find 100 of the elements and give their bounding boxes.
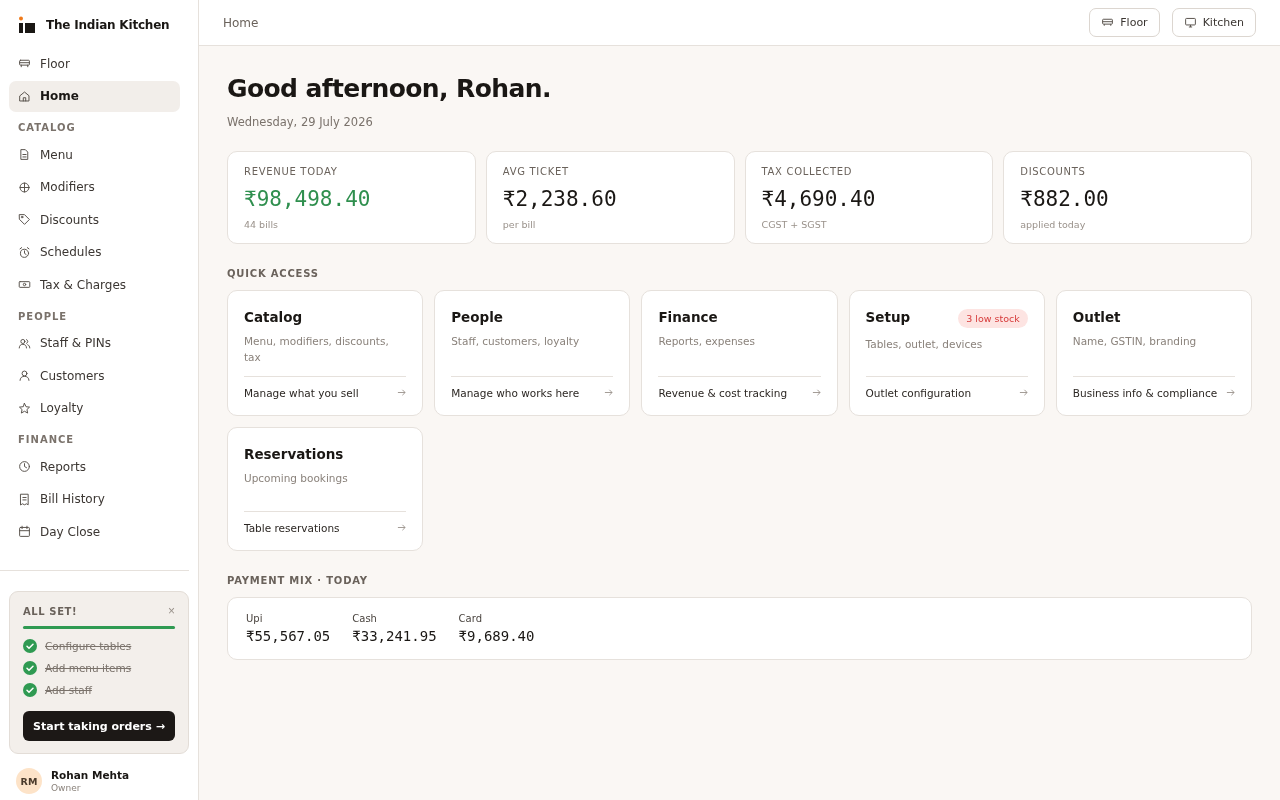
brand-name: The Indian Kitchen — [46, 18, 170, 32]
nav-label: Reports — [40, 459, 87, 474]
stat-value: ₹4,690.40 — [761, 187, 877, 211]
card-description: Reports, expenses — [658, 334, 756, 349]
quick-card[interactable]: Outlet Name, GSTIN, branding Business info & compliance — [1055, 290, 1252, 416]
breadcrumb: Home — [223, 15, 260, 30]
card-title: Catalog — [244, 309, 303, 325]
nav-item[interactable]: Tax & Charges — [9, 269, 180, 300]
view-button[interactable]: Floor — [1089, 8, 1160, 37]
nav-item[interactable]: Floor — [9, 48, 180, 79]
card-link[interactable]: Manage who works here — [451, 375, 614, 399]
payment-value: ₹9,689.40 — [458, 627, 535, 644]
nav-item[interactable]: Reports — [9, 451, 180, 482]
section-heading: CATALOG — [17, 121, 77, 135]
stat-value: ₹2,238.60 — [502, 187, 618, 211]
card-link[interactable]: Outlet configuration — [865, 375, 1028, 399]
table-icon — [18, 57, 31, 70]
arrow-icon — [1018, 388, 1028, 398]
clock-icon — [18, 460, 31, 473]
stat-label: TAX COLLECTED — [761, 166, 854, 177]
star-icon — [18, 401, 31, 415]
card-link[interactable]: Revenue & cost tracking — [658, 375, 821, 399]
nav-label: Menu — [40, 147, 73, 162]
quick-card[interactable]: Reservations Upcoming bookings Table reservations — [227, 426, 424, 551]
task-label: Configure tables — [45, 640, 132, 652]
stat-label: DISCOUNTS — [1020, 166, 1087, 177]
nav-item[interactable]: Bill History — [9, 483, 180, 515]
payment-label: Upi — [246, 612, 264, 624]
stat-caption: per bill — [502, 219, 537, 230]
section-heading: FINANCE — [17, 433, 76, 447]
nav-label: Tax & Charges — [40, 277, 127, 292]
calendar-icon — [18, 525, 31, 538]
banknote-icon — [18, 278, 31, 291]
logo-icon — [18, 16, 36, 34]
monitor-icon — [1183, 16, 1197, 29]
section-heading: QUICK ACCESS — [227, 268, 320, 279]
quick-card[interactable]: People Staff, customers, loyalty Manage who works here — [434, 290, 631, 416]
card-link[interactable]: Business info & compliance — [1072, 375, 1235, 399]
nav-item[interactable]: Menu — [9, 139, 180, 170]
greeting: Good afternoon, Rohan. — [227, 74, 552, 103]
nav-label: Bill History — [40, 492, 105, 506]
card-title: Outlet — [1072, 309, 1121, 325]
card-description: Tables, outlet, devices — [865, 337, 984, 352]
card-description: Name, GSTIN, branding — [1072, 334, 1198, 349]
nav-item[interactable]: Home — [9, 80, 180, 112]
arrow-icon — [604, 388, 614, 398]
view-button[interactable]: Kitchen — [1171, 8, 1256, 37]
arrow-icon — [397, 388, 407, 398]
stat-value: ₹882.00 — [1020, 187, 1110, 211]
nav-label: Staff & PINs — [40, 336, 111, 350]
stat-caption: 44 bills — [244, 219, 279, 230]
nav-item[interactable]: Staff & PINs — [9, 327, 180, 359]
home-icon — [18, 89, 31, 103]
nav-label: Day Close — [40, 524, 101, 539]
nav-label: Modifiers — [40, 180, 95, 194]
stat-label: REVENUE TODAY — [244, 166, 339, 177]
date: Wednesday, 29 July 2026 — [227, 115, 374, 129]
document-icon — [18, 148, 31, 161]
nav-item[interactable]: Schedules — [9, 236, 180, 268]
card-title: Finance — [658, 309, 718, 325]
card-link[interactable]: Table reservations — [244, 510, 407, 534]
stat-caption: applied today — [1020, 219, 1087, 230]
nav-label: Discounts — [40, 212, 99, 227]
setup-title: ALL SET! — [23, 605, 78, 617]
task-label: Add menu items — [45, 662, 132, 674]
nav-label: Home — [40, 89, 79, 103]
nav-item[interactable]: Modifiers — [9, 171, 180, 203]
quick-card[interactable]: Catalog Menu, modifiers, discounts, tax Manage what you sell — [227, 290, 424, 416]
payment-value: ₹33,241.95 — [352, 627, 437, 644]
quick-card[interactable]: Setup 3 low stock Tables, outlet, devices Outlet configuration — [848, 290, 1045, 416]
nav-label: Floor — [40, 56, 70, 71]
stock-badge: 3 low stock — [958, 309, 1028, 328]
nav-item[interactable]: Discounts — [9, 204, 180, 235]
card-description: Staff, customers, loyalty — [451, 334, 581, 349]
nav-label: Schedules — [40, 245, 102, 259]
nav-label: Customers — [40, 368, 105, 383]
receipt-icon — [18, 492, 31, 506]
arrow-icon — [811, 388, 821, 398]
tag-icon — [18, 213, 31, 226]
alarm-clock-icon — [18, 245, 31, 259]
card-title: People — [451, 309, 503, 325]
nav-item[interactable]: Customers — [9, 360, 180, 391]
arrow-icon — [1226, 388, 1235, 398]
nav-item[interactable]: Loyalty — [9, 392, 180, 424]
table-icon — [1101, 16, 1115, 29]
people-icon — [18, 336, 31, 350]
section-heading: PAYMENT MIX · TODAY — [227, 574, 369, 586]
user-role: Owner — [51, 783, 82, 793]
nav-label: Loyalty — [40, 401, 84, 415]
section-heading: PEOPLE — [17, 309, 69, 324]
card-link[interactable]: Manage what you sell — [244, 375, 407, 399]
arrow-icon — [397, 523, 407, 533]
card-title: Reservations — [244, 445, 344, 462]
quick-card[interactable]: Finance Reports, expenses Revenue & cost tracking — [641, 290, 838, 416]
start-orders-button[interactable]: Start taking orders → — [23, 711, 175, 741]
card-title: Setup — [865, 309, 911, 325]
stat-value: ₹98,498.40 — [244, 187, 372, 211]
person-icon — [18, 369, 31, 382]
nav-item[interactable]: Day Close — [9, 516, 180, 547]
payment-value: ₹55,567.05 — [246, 627, 331, 644]
